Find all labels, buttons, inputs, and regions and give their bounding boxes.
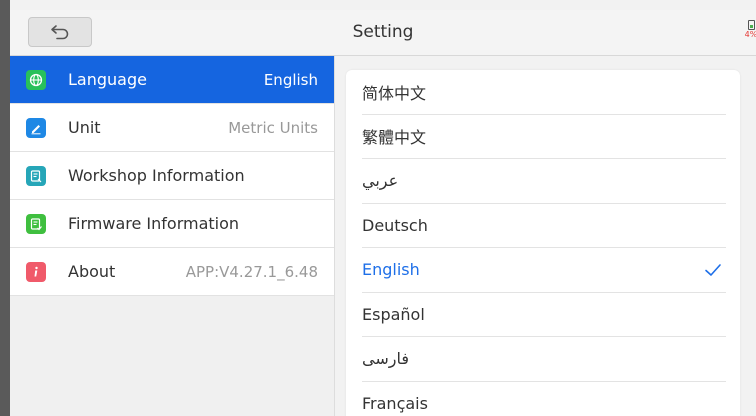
sidebar-item-label: About xyxy=(68,262,116,281)
back-arrow-icon xyxy=(51,25,69,40)
language-label: English xyxy=(362,260,420,280)
language-option[interactable]: 简体中文 xyxy=(362,70,726,115)
sidebar-item-label: Firmware Information xyxy=(68,214,240,233)
header-bar: Setting 4% xyxy=(10,10,756,56)
language-label: Deutsch xyxy=(362,215,428,235)
page-title: Setting xyxy=(352,22,414,42)
device-screen: Setting 4% Language English Unit Metric … xyxy=(0,0,756,416)
battery-indicator: 4% xyxy=(742,20,756,39)
document-icon xyxy=(26,165,46,186)
language-option[interactable]: 繁體中文 xyxy=(362,115,726,159)
language-option-selected[interactable]: English xyxy=(362,248,726,293)
sidebar-item-label: Workshop Information xyxy=(68,166,245,185)
language-label: عربي xyxy=(362,171,399,191)
sidebar-item-value: English xyxy=(263,70,318,89)
language-list-panel: 简体中文 繁體中文 عربي Deutsch English Español ف… xyxy=(346,70,740,416)
battery-percent: 4% xyxy=(744,30,756,39)
language-option[interactable]: Deutsch xyxy=(362,204,726,248)
sidebar-item-label: Language xyxy=(68,70,147,89)
battery-icon xyxy=(747,20,755,30)
sidebar-item-label: Unit xyxy=(68,118,101,137)
language-option[interactable]: Français xyxy=(362,382,726,416)
sidebar-item-about[interactable]: About APP:V4.27.1_6.48 xyxy=(10,248,334,296)
language-label: 简体中文 xyxy=(362,83,427,103)
sidebar-item-firmware-information[interactable]: Firmware Information xyxy=(10,200,334,248)
checkmark-icon xyxy=(705,263,721,276)
language-label: فارسی xyxy=(362,349,409,369)
language-label: Français xyxy=(362,393,428,413)
firmware-icon xyxy=(26,213,46,234)
back-button[interactable] xyxy=(28,17,92,47)
sidebar-item-language[interactable]: Language English xyxy=(10,56,334,104)
language-option[interactable]: Español xyxy=(362,293,726,337)
settings-sidebar: Language English Unit Metric Units Works… xyxy=(10,56,335,416)
language-option[interactable]: عربي xyxy=(362,159,726,204)
language-label: Español xyxy=(362,304,425,324)
globe-icon xyxy=(26,69,46,90)
sidebar-item-workshop-information[interactable]: Workshop Information xyxy=(10,152,334,200)
info-icon xyxy=(26,261,46,282)
pencil-icon xyxy=(26,117,46,138)
language-option[interactable]: فارسی xyxy=(362,337,726,382)
sidebar-item-value: APP:V4.27.1_6.48 xyxy=(185,262,318,281)
sidebar-item-value: Metric Units xyxy=(228,118,318,137)
sidebar-item-unit[interactable]: Unit Metric Units xyxy=(10,104,334,152)
language-label: 繁體中文 xyxy=(362,128,427,148)
